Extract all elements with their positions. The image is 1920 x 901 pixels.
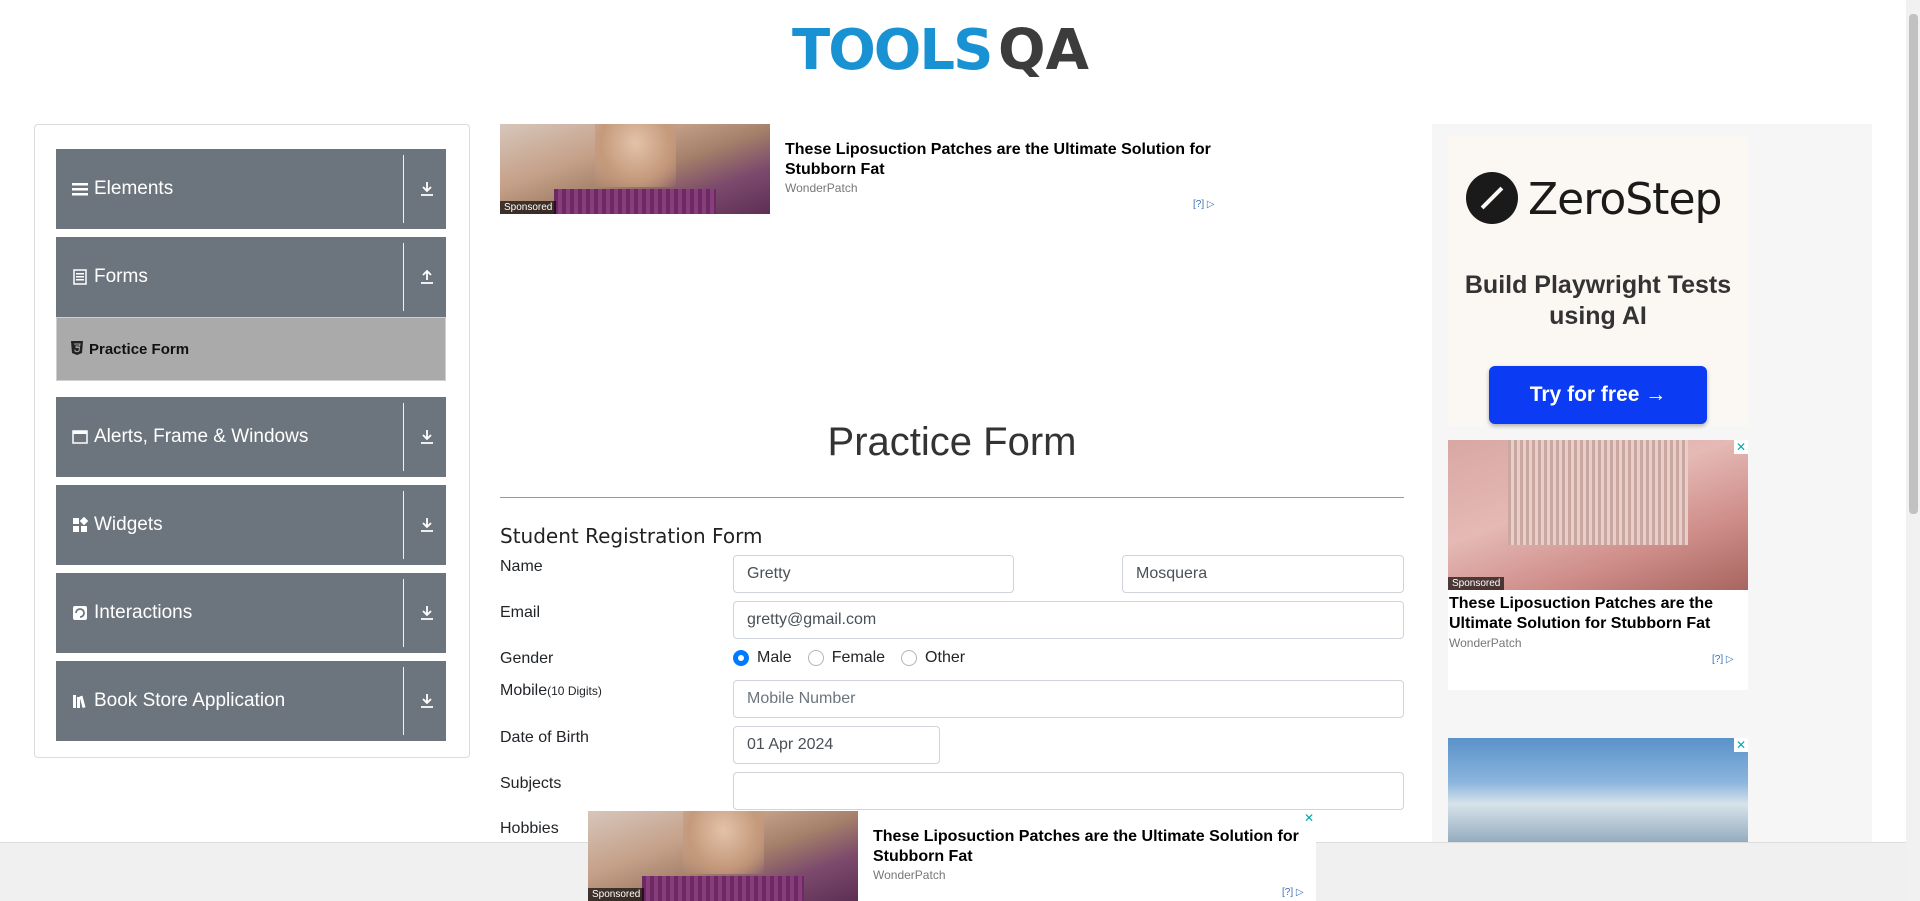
- subjects-label: Subjects: [500, 775, 562, 792]
- window-icon: [72, 429, 88, 445]
- sponsored-label: Sponsored: [588, 888, 645, 901]
- toolsqa-logo[interactable]: TOOLS QA: [792, 14, 1122, 90]
- last-name-input[interactable]: Mosquera: [1122, 555, 1404, 593]
- sidebar-group-label: Book Store Application: [94, 690, 286, 711]
- interactions-icon: [72, 605, 88, 621]
- download-arrow-icon[interactable]: [418, 516, 436, 534]
- sidebar-group-label: Alerts, Frame & Windows: [94, 426, 309, 447]
- ad-title[interactable]: These Liposuction Patches are the Ultima…: [1449, 594, 1745, 634]
- divider: [403, 243, 404, 311]
- sidebar-group-alerts[interactable]: Alerts, Frame & Windows: [56, 397, 446, 477]
- email-label: Email: [500, 604, 541, 621]
- dob-input[interactable]: 01 Apr 2024: [733, 726, 940, 764]
- divider: [403, 579, 404, 647]
- gender-other-option[interactable]: Other: [901, 649, 965, 667]
- sidebar-group-interactions[interactable]: Interactions: [56, 573, 446, 653]
- page-title: Practice Form: [827, 420, 1077, 464]
- ad-title[interactable]: These Liposuction Patches are the Ultima…: [873, 827, 1313, 867]
- menu-icon: [72, 181, 88, 197]
- sidebar-group-label: Forms: [94, 266, 148, 287]
- zerostep-tagline: Build Playwright Tests using AI: [1464, 271, 1732, 330]
- right-ad-panel: ZeroStep Build Playwright Tests using AI…: [1432, 124, 1872, 848]
- form-icon: [72, 269, 88, 285]
- sidebar-item-label: Practice Form: [89, 340, 190, 358]
- sidebar-group-widgets[interactable]: Widgets: [56, 485, 446, 565]
- gender-female-option[interactable]: Female: [807, 649, 885, 667]
- gender-radio-group: Male Female Other: [733, 649, 981, 667]
- bottom-ad-banner[interactable]: Sponsored ✕ These Liposuction Patches ar…: [588, 811, 1316, 901]
- sidebar-item-practice-form[interactable]: Practice Form: [56, 317, 446, 381]
- ad-source[interactable]: WonderPatch: [873, 868, 946, 882]
- logo-qa-text: QA: [998, 18, 1089, 83]
- upload-arrow-icon[interactable]: [418, 268, 436, 286]
- ad-source[interactable]: WonderPatch: [1449, 636, 1522, 650]
- download-arrow-icon[interactable]: [418, 428, 436, 446]
- sidebar-group-label: Interactions: [94, 602, 193, 623]
- close-icon[interactable]: ✕: [1734, 738, 1748, 752]
- ad-image[interactable]: Sponsored: [500, 124, 770, 214]
- download-arrow-icon[interactable]: [418, 180, 436, 198]
- ad-image[interactable]: ✕: [1448, 738, 1748, 848]
- zerostep-ad[interactable]: ZeroStep Build Playwright Tests using AI…: [1448, 136, 1748, 426]
- widgets-icon: [72, 516, 89, 533]
- dob-label: Date of Birth: [500, 729, 589, 746]
- download-arrow-icon[interactable]: [418, 604, 436, 622]
- ad-image[interactable]: Sponsored: [1448, 440, 1748, 590]
- close-icon[interactable]: ✕: [1302, 811, 1316, 825]
- divider: [403, 491, 404, 559]
- first-name-input[interactable]: Gretty: [733, 555, 1014, 593]
- mobile-input[interactable]: Mobile Number: [733, 680, 1404, 718]
- sidebar-group-book-store[interactable]: Book Store Application: [56, 661, 446, 741]
- ad-image[interactable]: Sponsored: [588, 811, 858, 901]
- adchoices-icon[interactable]: [?] ▷: [1193, 199, 1215, 210]
- logo-tools-text: TOOLS: [792, 18, 993, 83]
- email-input[interactable]: gretty@gmail.com: [733, 601, 1404, 639]
- hobbies-label: Hobbies: [500, 820, 559, 837]
- radio-button[interactable]: [901, 650, 918, 666]
- top-ad-banner[interactable]: Sponsored These Liposuction Patches are …: [500, 124, 1230, 214]
- right-ad-card[interactable]: Sponsored ✕ These Liposuction Patches ar…: [1448, 440, 1748, 690]
- name-label: Name: [500, 558, 543, 575]
- sidebar-group-label: Elements: [94, 178, 174, 199]
- books-icon: [72, 693, 88, 709]
- ad-title[interactable]: These Liposuction Patches are the Ultima…: [785, 140, 1225, 180]
- try-for-free-button[interactable]: Try for free →: [1489, 366, 1707, 424]
- divider: [500, 497, 1404, 498]
- sidebar-group-forms[interactable]: Forms: [56, 237, 446, 317]
- zerostep-logo-icon: [1466, 172, 1518, 224]
- html5-icon: [71, 340, 83, 358]
- mobile-label: Mobile(10 Digits): [500, 682, 602, 699]
- adchoices-icon[interactable]: [?] ▷: [1712, 654, 1734, 665]
- zerostep-name: ZeroStep: [1528, 174, 1722, 225]
- divider: [403, 155, 404, 223]
- radio-button[interactable]: [807, 650, 824, 666]
- divider: [403, 403, 404, 471]
- gender-label: Gender: [500, 650, 554, 667]
- scrollbar-thumb[interactable]: [1909, 14, 1918, 514]
- sidebar-group-label: Widgets: [94, 514, 163, 535]
- adchoices-icon[interactable]: [?] ▷: [1282, 887, 1304, 898]
- sponsored-label: Sponsored: [500, 201, 557, 214]
- sidebar-nav: Elements Forms Practice Form Alerts, Fra…: [34, 124, 470, 758]
- gender-male-option[interactable]: Male: [733, 649, 792, 667]
- close-icon[interactable]: ✕: [1734, 440, 1748, 454]
- sidebar-group-elements[interactable]: Elements: [56, 149, 446, 229]
- form-title: Student Registration Form: [500, 524, 763, 548]
- ad-source[interactable]: WonderPatch: [785, 181, 858, 195]
- radio-button[interactable]: [733, 650, 749, 666]
- download-arrow-icon[interactable]: [418, 692, 436, 710]
- subjects-input[interactable]: [733, 772, 1404, 810]
- sponsored-label: Sponsored: [1448, 577, 1505, 590]
- divider: [403, 667, 404, 735]
